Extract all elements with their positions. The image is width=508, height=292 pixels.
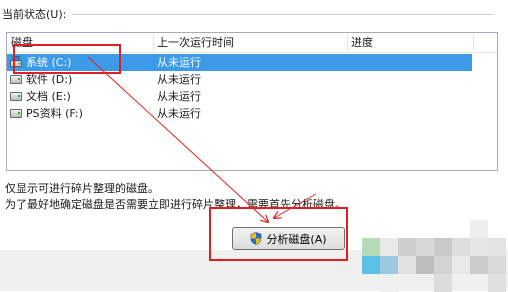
- disk-row-f[interactable]: PS资料 (F:) 从未运行: [7, 105, 472, 122]
- highlight-box-system-drive: [13, 44, 121, 74]
- drive-icon: [10, 92, 22, 101]
- disk-name: PS资料 (F:): [26, 107, 83, 120]
- info-text-line1: 仅显示可进行碎片整理的磁盘。: [5, 182, 159, 195]
- disk-row-e[interactable]: 文档 (E:) 从未运行: [7, 88, 472, 105]
- column-divider: [473, 34, 474, 51]
- disk-last-run: 从未运行: [157, 107, 201, 120]
- disk-last-run: 从未运行: [157, 73, 201, 86]
- column-header-last-run[interactable]: 上一次运行时间: [153, 33, 234, 52]
- highlight-box-analyze-button: [209, 207, 348, 261]
- disk-name: 文档 (E:): [26, 90, 71, 103]
- status-divider: [72, 14, 494, 15]
- drive-icon: [10, 75, 22, 84]
- drive-icon: [10, 109, 22, 118]
- status-label: 当前状态(U):: [2, 8, 67, 21]
- disk-last-run: 从未运行: [157, 56, 201, 69]
- column-header-progress[interactable]: 进度: [347, 33, 373, 52]
- disk-last-run: 从未运行: [157, 90, 201, 103]
